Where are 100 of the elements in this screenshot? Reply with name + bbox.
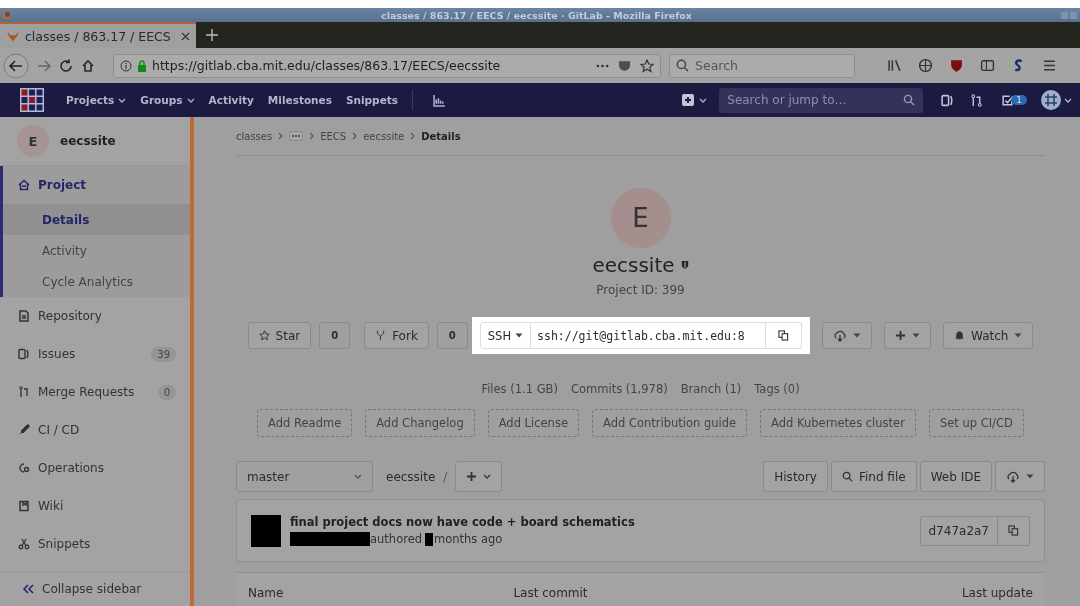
fox-icon [6, 30, 20, 42]
project-name[interactable]: eecssite [60, 134, 116, 148]
close-icon[interactable] [181, 31, 190, 41]
nav-link[interactable]: Projects [66, 94, 127, 106]
plus-icon [466, 471, 478, 482]
chevron-right-icon [352, 132, 358, 140]
star-icon [258, 330, 270, 341]
caret-icon [912, 333, 921, 338]
project-id: Project ID: 399 [596, 283, 685, 297]
copy-button[interactable] [998, 515, 1030, 546]
star-count[interactable]: 0 [319, 322, 351, 349]
chart-icon[interactable] [433, 93, 447, 107]
repo-button[interactable]: Find file [830, 461, 917, 492]
back-icon[interactable] [3, 52, 29, 79]
caret-icon [186, 97, 195, 103]
column-header: Last commit [513, 586, 588, 600]
add-button[interactable] [884, 322, 932, 349]
plus-icon [895, 330, 907, 341]
protocol-dropdown[interactable]: SSH [479, 322, 532, 349]
nav-link[interactable]: Snippets [345, 94, 399, 106]
redacted-time [425, 532, 434, 546]
fork-icon [375, 330, 387, 341]
stat-link[interactable]: Files (1.1 GB) [481, 382, 558, 396]
user-menu[interactable] [1041, 90, 1072, 110]
repo-button[interactable]: History [763, 461, 828, 492]
caret-icon [483, 474, 492, 479]
sidebar-item[interactable]: Wiki [3, 487, 190, 525]
sidebar-item[interactable]: Operations [3, 449, 190, 487]
copy-icon [778, 330, 790, 341]
star-button[interactable]: Star [247, 322, 312, 349]
quick-add-button[interactable]: Add License [487, 409, 579, 437]
globe-icon[interactable] [918, 58, 933, 73]
download-button[interactable] [995, 461, 1045, 492]
breadcrumb-link[interactable]: eecssite [363, 130, 405, 142]
shield-icon[interactable] [949, 58, 964, 73]
address-bar[interactable]: https://gitlab.cba.mit.edu/classes/863.17/EECS/eecssite [113, 53, 661, 78]
pocket-icon[interactable] [618, 59, 631, 72]
more-icon[interactable] [596, 63, 609, 68]
library-icon[interactable] [887, 58, 902, 73]
sidebar-item[interactable]: Snippets [3, 525, 190, 563]
issues-icon [18, 348, 30, 360]
watch-button[interactable]: Watch [943, 322, 1034, 349]
stat-link[interactable]: Tags (0) [754, 382, 800, 396]
quick-add-button[interactable]: Add Kubernetes cluster [760, 409, 916, 437]
sidebar-item[interactable]: CI / CD [3, 411, 190, 449]
nav-link[interactable]: Milestones [267, 94, 332, 106]
sidebar-item[interactable]: Repository [3, 297, 190, 335]
reload-icon[interactable] [59, 58, 73, 73]
todo-button[interactable]: 1 [1001, 93, 1027, 107]
merge-request-icon[interactable] [970, 93, 984, 107]
count-badge: 0 [157, 384, 176, 400]
issues-icon[interactable] [941, 93, 955, 107]
nav-link[interactable]: Groups [140, 94, 195, 106]
clone-url-field[interactable]: ssh://git@gitlab.cba.mit.edu:8 [531, 322, 767, 349]
info-icon [120, 59, 132, 72]
more-icon[interactable] [289, 131, 304, 141]
avatar-icon [1041, 90, 1061, 110]
shield-icon [680, 260, 689, 270]
branch-dropdown[interactable]: master [236, 461, 373, 492]
stat-link[interactable]: Branch (1) [680, 382, 742, 396]
sidebar-subitem[interactable]: Cycle Analytics [3, 266, 190, 297]
sidebar-subitem[interactable]: Activity [3, 235, 190, 266]
repo-button[interactable]: Web IDE [919, 461, 992, 492]
fork-count[interactable]: 0 [436, 322, 468, 349]
scissors-icon [18, 538, 30, 550]
nav-link[interactable]: Activity [208, 94, 254, 106]
search-field[interactable]: Search or jump to… [719, 87, 924, 113]
grid-logo-icon[interactable] [20, 88, 44, 112]
quick-add-button[interactable]: Add Changelog [365, 409, 475, 437]
commit-authored: authored [370, 532, 423, 546]
quick-add-button[interactable]: Set up CI/CD [928, 409, 1024, 437]
repo-path-link[interactable]: eecssite [386, 469, 436, 484]
commit-title[interactable]: final project docs now have code + board schematics [290, 515, 920, 529]
home-icon[interactable] [81, 58, 95, 73]
browser-tab[interactable]: classes / 863.17 / EECS [0, 22, 196, 48]
sidebar-subitem[interactable]: Details [3, 204, 190, 235]
menu-icon[interactable] [1042, 58, 1057, 73]
quick-add-button[interactable]: Add Readme [257, 409, 353, 437]
sidebar-item[interactable]: Issues 39 [3, 335, 190, 373]
download-button[interactable] [822, 322, 873, 349]
sidebar-item[interactable]: Project [3, 166, 190, 204]
caret-icon [354, 474, 362, 479]
new-tab-icon[interactable] [206, 29, 218, 41]
sidebar-item[interactable]: Merge Requests 0 [3, 373, 190, 411]
count-badge: 39 [151, 346, 176, 362]
double-chevron-left-icon [22, 584, 34, 594]
star-icon[interactable] [640, 58, 654, 73]
sidebar-icon[interactable] [980, 58, 995, 73]
breadcrumb-link[interactable]: classes [236, 130, 273, 142]
project-title: eecssite [592, 253, 675, 277]
stat-link[interactable]: Commits (1,978) [571, 382, 668, 396]
browser-search-field[interactable]: Search [669, 53, 855, 78]
commit-sha[interactable]: d747a2a7 [919, 515, 998, 546]
breadcrumb-link[interactable]: Details [421, 130, 461, 142]
caret-icon [1064, 97, 1072, 103]
breadcrumb-link[interactable]: EECS [320, 130, 347, 142]
search-icon [676, 59, 689, 72]
fork-button[interactable]: Fork [364, 322, 429, 349]
quick-add-button[interactable]: Add Contribution guide [591, 409, 748, 437]
new-item-button[interactable] [682, 94, 708, 106]
